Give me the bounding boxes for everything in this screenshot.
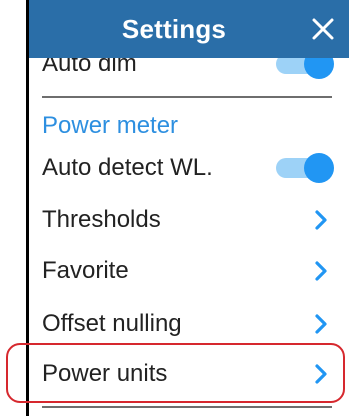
- section-title: Power meter: [42, 112, 179, 139]
- page-title: Settings: [121, 14, 227, 44]
- settings-screenshot: Auto dim Power meter Auto detect WL. Thr…: [0, 0, 349, 416]
- settings-item-label: Offset nulling: [42, 310, 182, 337]
- section-divider: [42, 406, 332, 408]
- chevron-right-icon: [315, 210, 327, 230]
- settings-item-power-units[interactable]: Power units: [42, 350, 334, 398]
- settings-panel: Auto dim Power meter Auto detect WL. Thr…: [29, 0, 349, 416]
- chevron-right-icon: [315, 364, 327, 384]
- section-header-power-meter: Power meter: [42, 104, 334, 148]
- close-icon: [312, 18, 334, 40]
- settings-item-offset-nulling[interactable]: Offset nulling: [42, 300, 334, 348]
- toggle-knob: [304, 153, 334, 183]
- settings-item-favorite[interactable]: Favorite: [42, 247, 334, 295]
- chevron-right-icon: [315, 261, 327, 281]
- auto-detect-wl-toggle[interactable]: [276, 153, 334, 183]
- close-button[interactable]: [299, 0, 349, 58]
- settings-list: Auto dim Power meter Auto detect WL. Thr…: [29, 0, 349, 416]
- settings-item-thresholds[interactable]: Thresholds: [42, 196, 334, 244]
- settings-header: Settings: [29, 0, 349, 58]
- settings-item-label: Thresholds: [42, 206, 161, 233]
- settings-item-auto-detect-wl[interactable]: Auto detect WL.: [42, 144, 334, 192]
- settings-item-label: Favorite: [42, 257, 129, 284]
- settings-item-label: Power units: [42, 360, 168, 387]
- chevron-right-icon: [315, 314, 327, 334]
- section-divider: [42, 96, 332, 98]
- settings-item-label: Auto detect WL.: [42, 154, 213, 181]
